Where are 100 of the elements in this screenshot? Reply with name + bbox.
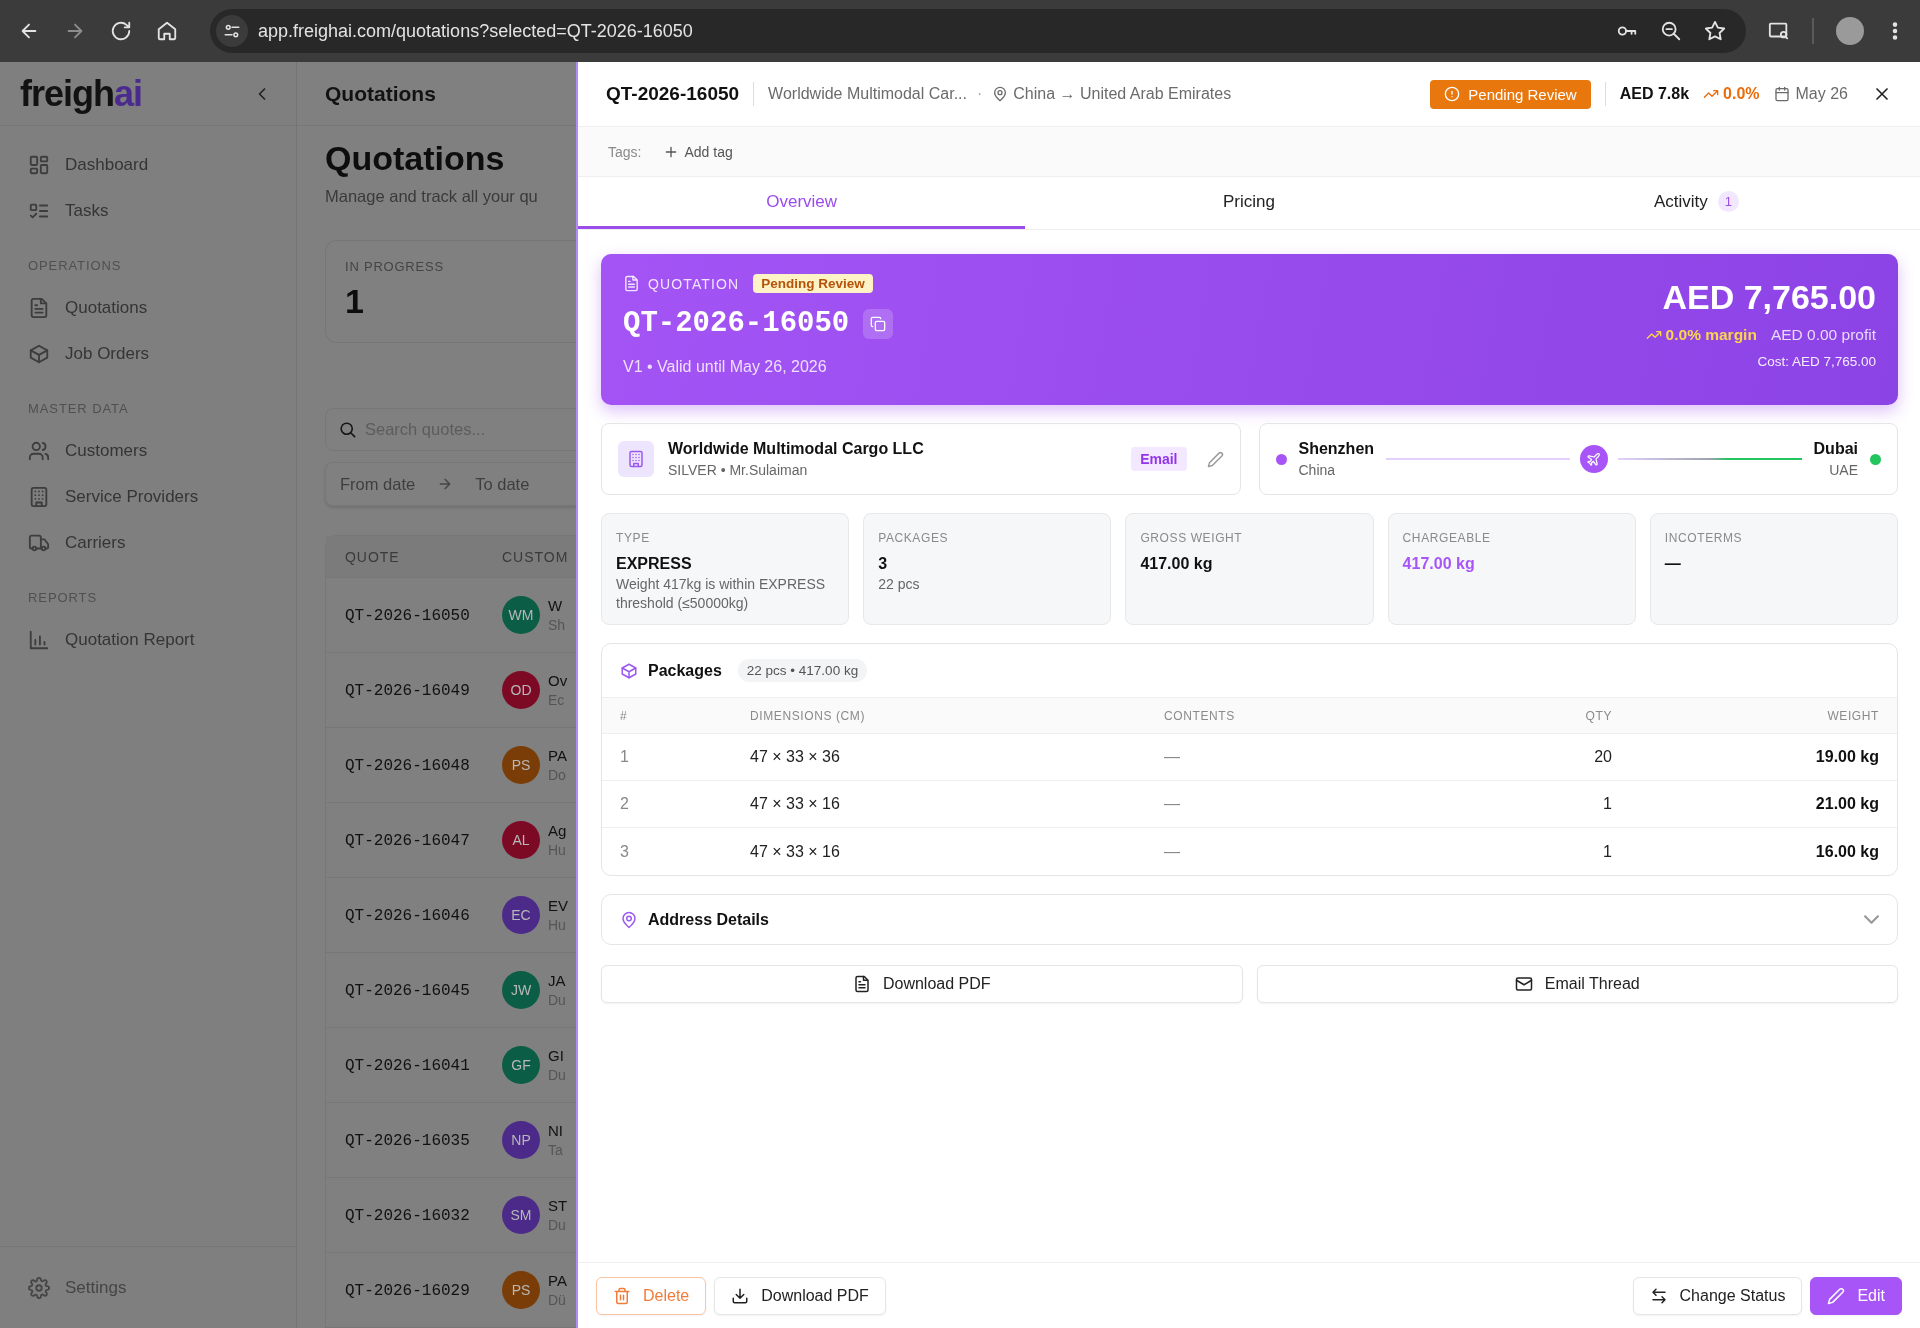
stat-label: PACKAGES: [878, 531, 950, 545]
stat-note: Weight 417kg is within EXPRESS threshold (≤50000kg): [616, 575, 827, 613]
validity-text: V1 • Valid until May 26, 2026: [623, 358, 828, 376]
table-cell-text: 47 × 33 × 16: [750, 842, 841, 861]
nav-item[interactable]: Quotations: [0, 285, 296, 331]
avatar: PS: [502, 1271, 540, 1309]
cost-text: Cost: AED 7,765.00: [1757, 354, 1876, 369]
tags-label: Tags:: [608, 143, 642, 160]
map-pin-icon: [620, 910, 638, 929]
nav-item[interactable]: Job Orders: [0, 331, 296, 377]
customer-name: NI: [548, 1122, 563, 1139]
channel-badge: Email: [1131, 447, 1187, 471]
avatar: AL: [502, 821, 540, 859]
summary-badge: 22 pcs • 417.00 kg: [737, 659, 868, 682]
add-tag-button[interactable]: Add tag: [663, 143, 733, 160]
date: May 26: [1795, 85, 1848, 103]
nav-icon: [28, 343, 50, 365]
customer-name: EV: [548, 897, 568, 914]
footer-button[interactable]: Edit: [1810, 1276, 1902, 1315]
tab[interactable]: Pricing: [1025, 177, 1473, 229]
settings-icon: [28, 1276, 50, 1299]
table-cell-text: —: [1164, 842, 1181, 861]
nav-icon: [28, 532, 50, 554]
nav-item[interactable]: Dashboard: [0, 142, 296, 188]
stat-note: 22 pcs: [878, 575, 921, 594]
origin-city: Shenzhen: [1298, 440, 1375, 458]
page-header-title: Quotations: [325, 81, 436, 106]
stat-value: —: [1664, 555, 1682, 573]
destination-country: UAE: [1828, 462, 1858, 478]
nav-item[interactable]: Customers: [0, 428, 296, 474]
stat-value: EXPRESS: [616, 555, 693, 573]
stat-value: 1: [345, 282, 365, 321]
document-icon: [623, 275, 640, 292]
footer-button[interactable]: Change Status: [1632, 1276, 1803, 1315]
quote-number: QT-2026-16050: [345, 606, 470, 625]
amount: AED 7.8k: [1619, 85, 1690, 103]
quote-number: QT-2026-16029: [345, 1281, 470, 1300]
avatar: EC: [502, 896, 540, 934]
table-cell-text: —: [1164, 748, 1181, 766]
margin-text: 0.0% margin: [1665, 326, 1757, 344]
destination-city: Dubai: [1813, 440, 1858, 458]
table-cell-text: 1: [620, 748, 630, 766]
page-subtitle: Manage and track all your qu: [325, 186, 539, 207]
table-cell-text: 19.00 kg: [1814, 748, 1879, 766]
card-label: QUOTATION: [648, 275, 740, 292]
customer-details: SILVER • Mr.Sulaiman: [668, 462, 809, 478]
page-title: Quotations: [325, 138, 506, 178]
separator-dot: ·: [977, 85, 983, 103]
footer-button[interactable]: Download PDF: [714, 1276, 886, 1315]
building-icon: [627, 450, 645, 468]
stat-label: INCOTERMS: [1664, 531, 1744, 545]
nav-item[interactable]: Carriers: [0, 520, 296, 566]
profit-text: AED 0.00 profit: [1770, 326, 1876, 344]
tab[interactable]: Overview: [578, 177, 1026, 229]
copy-button[interactable]: [863, 308, 894, 339]
reload-icon[interactable]: [110, 20, 132, 42]
section-title: Packages: [648, 661, 722, 680]
avatar: SM: [502, 1196, 540, 1234]
download-icon: [731, 1286, 750, 1305]
date-range-field[interactable]: From date To date: [325, 462, 576, 506]
nav-item[interactable]: Quotation Report: [0, 617, 296, 663]
zoom-out-icon[interactable]: [1660, 20, 1683, 42]
avatar: NP: [502, 1121, 540, 1159]
stat-value: 3: [878, 555, 889, 573]
stat-label: CHARGEABLE: [1402, 531, 1492, 545]
screen-search-icon[interactable]: [1768, 20, 1791, 42]
count-badge: 1: [1717, 191, 1739, 212]
copy-icon: [870, 315, 887, 332]
quote-number: QT-2026-16041: [345, 1056, 470, 1075]
mail-icon: [1514, 975, 1533, 993]
customer-name: Worldwide Multimodal Car...: [768, 85, 967, 103]
site-settings-button[interactable]: [216, 15, 248, 47]
profile-avatar[interactable]: [1836, 17, 1865, 45]
action-button[interactable]: Email Thread: [1256, 965, 1898, 1003]
star-icon[interactable]: [1704, 20, 1727, 42]
footer-button[interactable]: Delete: [596, 1276, 707, 1315]
quote-number: QT-2026-16045: [345, 981, 470, 1000]
avatar: OD: [502, 671, 540, 709]
customer-name: Ov: [548, 672, 568, 689]
table-cell-text: 1: [1602, 842, 1612, 861]
customer-name: Worldwide Multimodal Cargo LLC: [668, 440, 925, 458]
avatar: WM: [502, 596, 540, 634]
edit-button[interactable]: [1206, 450, 1224, 468]
stat-value: 417.00 kg: [1140, 555, 1214, 573]
status-badge: Pending Review: [1430, 79, 1591, 109]
address-bar[interactable]: app.freighai.com/quotations?selected=QT-2026-16050: [210, 9, 1747, 53]
address-details-section[interactable]: Address Details: [601, 894, 1898, 945]
stat-value: 417.00 kg: [1402, 555, 1476, 573]
action-button[interactable]: Download PDF: [601, 965, 1243, 1003]
column-header: #: [620, 708, 629, 723]
nav-icon: [28, 440, 50, 462]
destination-dot: [1870, 453, 1881, 465]
origin-country: China: [1298, 462, 1337, 478]
home-icon[interactable]: [156, 20, 178, 42]
nav-item[interactable]: Service Providers: [0, 474, 296, 520]
quote-number: QT-2026-16047: [345, 831, 470, 850]
settings-item[interactable]: Settings: [0, 1246, 296, 1328]
alert-icon: [1444, 86, 1461, 102]
nav-item[interactable]: Tasks: [0, 188, 296, 234]
tab[interactable]: Activity 1: [1472, 177, 1920, 229]
